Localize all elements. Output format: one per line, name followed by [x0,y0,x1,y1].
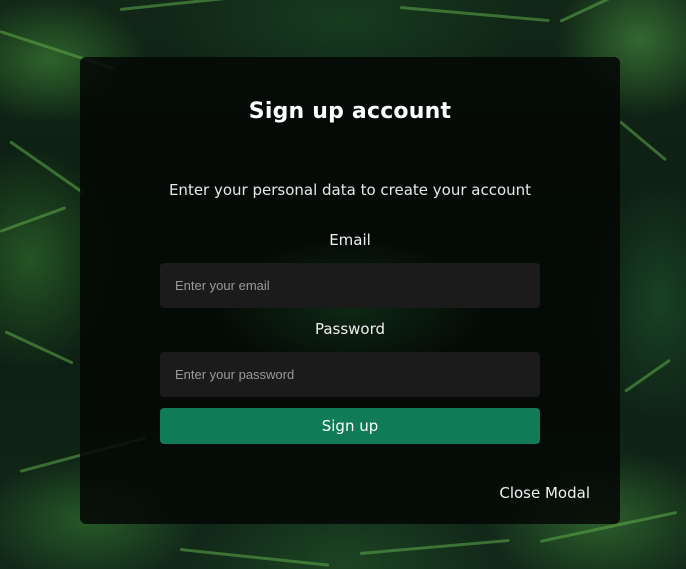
signup-modal: Sign up account Enter your personal data… [80,57,620,524]
sign-up-button[interactable]: Sign up [160,408,540,444]
email-label: Email [329,231,371,249]
modal-title: Sign up account [248,99,452,124]
password-input[interactable] [160,352,540,397]
email-input[interactable] [160,263,540,308]
close-modal-button[interactable]: Close Modal [499,484,590,502]
password-label: Password [314,320,386,338]
modal-subtitle: Enter your personal data to create your … [168,181,532,199]
